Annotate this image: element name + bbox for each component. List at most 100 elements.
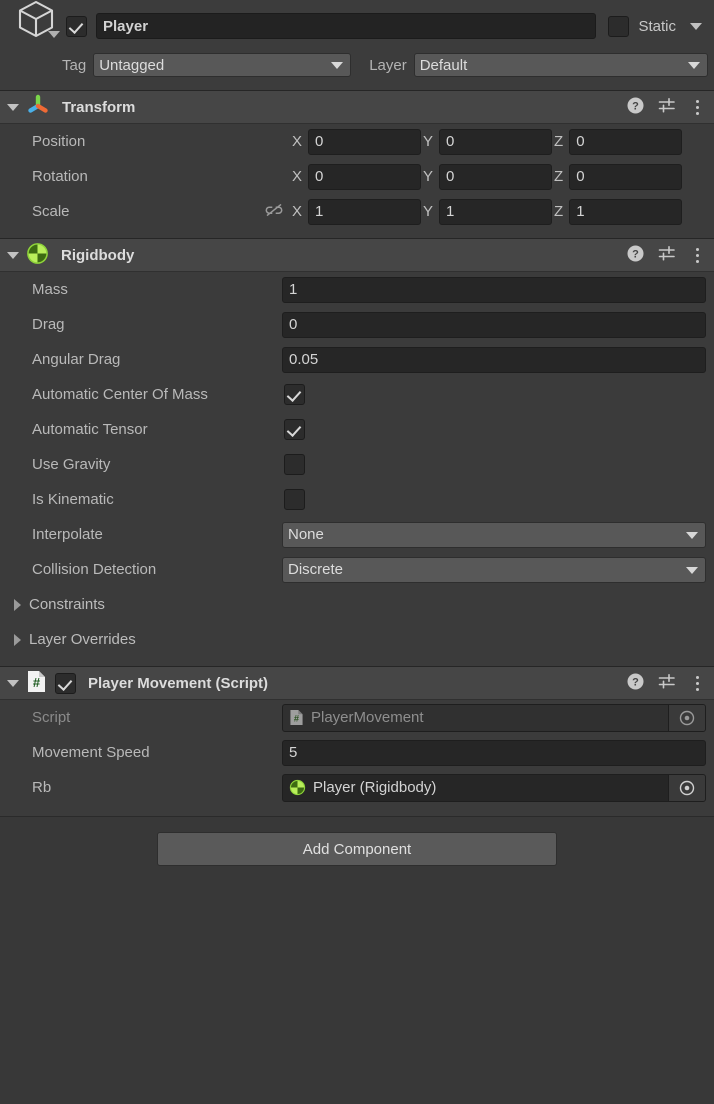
tag-value: Untagged — [99, 56, 165, 74]
chevron-down-icon — [686, 566, 698, 574]
player-movement-header[interactable]: # Player Movement (Script) ? — [0, 667, 714, 700]
axis-x-label: X — [292, 203, 303, 220]
rb-reference-row: Rb Player (Rigidbody) — [0, 770, 714, 805]
drag-input[interactable]: 0 — [282, 311, 706, 338]
gameobject-enabled-checkbox[interactable] — [66, 15, 87, 37]
rigidbody-interpolate-row: Interpolate None — [0, 517, 714, 552]
scale-z-input[interactable]: 1 — [569, 198, 683, 225]
position-y-value: 0 — [446, 133, 455, 150]
scale-y-value: 1 — [446, 203, 455, 220]
scale-y-input[interactable]: 1 — [439, 198, 553, 225]
rigidbody-title: Rigidbody — [61, 246, 135, 264]
player-movement-title: Player Movement (Script) — [88, 674, 269, 692]
position-x-value: 0 — [315, 133, 324, 150]
preset-icon[interactable] — [658, 245, 676, 266]
collision-detection-label: Collision Detection — [32, 561, 157, 578]
gameobject-icon-wrap[interactable] — [4, 0, 66, 57]
rigidbody-constraints-foldout[interactable]: Constraints — [0, 587, 714, 622]
axis-y-label: Y — [423, 168, 434, 185]
collision-detection-dropdown[interactable]: Discrete — [282, 556, 706, 583]
rigidbody-layer-overrides-foldout[interactable]: Layer Overrides — [0, 622, 714, 657]
chevron-down-icon — [686, 531, 698, 539]
transform-header[interactable]: Transform ? — [0, 91, 714, 124]
scale-label: Scale — [32, 203, 70, 220]
axis-x-label: X — [292, 168, 303, 185]
add-component-footer: Add Component — [0, 816, 714, 866]
layer-label: Layer — [369, 56, 407, 74]
scale-link-toggle[interactable] — [250, 202, 290, 222]
preset-icon[interactable] — [658, 97, 676, 118]
collision-detection-value: Discrete — [288, 561, 344, 578]
movement-speed-input[interactable]: 5 — [282, 739, 706, 766]
rb-object-field[interactable]: Player (Rigidbody) — [282, 773, 706, 802]
rigidbody-icon — [26, 242, 49, 269]
mass-input[interactable]: 1 — [282, 276, 706, 303]
rotation-z-input[interactable]: 0 — [569, 163, 683, 190]
static-checkbox[interactable] — [608, 15, 630, 37]
kebab-menu-icon[interactable] — [690, 99, 704, 115]
rigidbody-header[interactable]: Rigidbody ? — [0, 239, 714, 272]
gameobject-name-value: Player — [103, 17, 149, 35]
script-reference-row: Script # PlayerMovement — [0, 700, 714, 735]
rigidbody-foldout-toggle[interactable] — [0, 247, 26, 264]
interpolate-value: None — [288, 526, 324, 543]
position-x-input[interactable]: 0 — [308, 128, 422, 155]
unity-inspector-panel: Player Static Tag Untagged Layer Default — [0, 0, 714, 1104]
preset-icon[interactable] — [658, 673, 676, 694]
object-picker-icon[interactable] — [668, 704, 705, 731]
svg-text:?: ? — [632, 100, 639, 112]
transform-position-row: Position X 0 Y 0 Z 0 — [0, 124, 714, 159]
player-movement-foldout-toggle[interactable] — [0, 675, 26, 692]
help-icon[interactable]: ? — [627, 97, 644, 118]
script-object-field[interactable]: # PlayerMovement — [282, 703, 706, 732]
position-z-input[interactable]: 0 — [569, 128, 683, 155]
rotation-x-value: 0 — [315, 168, 324, 185]
svg-text:?: ? — [632, 676, 639, 688]
interpolate-dropdown[interactable]: None — [282, 521, 706, 548]
gameobject-header: Player Static Tag Untagged Layer Default — [0, 0, 714, 90]
transform-foldout-toggle[interactable] — [0, 99, 26, 116]
position-y-input[interactable]: 0 — [439, 128, 553, 155]
auto-center-of-mass-checkbox[interactable] — [284, 384, 305, 405]
gameobject-name-input[interactable]: Player — [96, 13, 597, 39]
component-transform: Transform ? Position X 0 Y 0 Z 0 Rotatio… — [0, 90, 714, 238]
auto-tensor-checkbox[interactable] — [284, 419, 305, 440]
kebab-menu-icon[interactable] — [690, 247, 704, 263]
scale-x-input[interactable]: 1 — [308, 198, 422, 225]
chevron-right-icon — [14, 633, 21, 646]
csharp-script-icon: # — [289, 709, 304, 726]
transform-scale-row: Scale X 1 Y 1 Z 1 — [0, 194, 714, 229]
help-icon[interactable]: ? — [627, 245, 644, 266]
rotation-y-input[interactable]: 0 — [439, 163, 553, 190]
rotation-x-input[interactable]: 0 — [308, 163, 422, 190]
gameobject-icon-dropdown-caret[interactable] — [48, 31, 60, 38]
rigidbody-angular-drag-row: Angular Drag 0.05 — [0, 342, 714, 377]
position-label: Position — [32, 133, 86, 150]
broken-link-icon — [264, 202, 284, 222]
drag-value: 0 — [289, 316, 298, 333]
movement-speed-label: Movement Speed — [32, 744, 150, 761]
tag-label: Tag — [62, 56, 87, 74]
static-label: Static — [638, 17, 676, 35]
player-movement-enabled-checkbox[interactable] — [55, 672, 76, 694]
script-label: Script — [32, 709, 71, 726]
rigidbody-header-icons: ? — [627, 245, 710, 266]
static-dropdown-caret-icon[interactable] — [690, 22, 702, 30]
movement-speed-row: Movement Speed 5 — [0, 735, 714, 770]
mass-label: Mass — [32, 281, 68, 298]
object-picker-icon[interactable] — [668, 774, 705, 801]
angular-drag-input[interactable]: 0.05 — [282, 346, 706, 373]
chevron-down-icon — [331, 62, 344, 69]
tag-dropdown[interactable]: Untagged — [93, 53, 352, 77]
interpolate-label: Interpolate — [32, 526, 103, 543]
is-kinematic-checkbox[interactable] — [284, 489, 305, 510]
use-gravity-checkbox[interactable] — [284, 454, 305, 475]
kebab-menu-icon[interactable] — [690, 675, 704, 691]
use-gravity-label: Use Gravity — [32, 456, 111, 473]
script-value: PlayerMovement — [311, 709, 424, 726]
transform-header-icons: ? — [627, 97, 710, 118]
axis-y-label: Y — [423, 203, 434, 220]
add-component-button[interactable]: Add Component — [157, 832, 557, 866]
layer-dropdown[interactable]: Default — [413, 53, 708, 77]
help-icon[interactable]: ? — [627, 673, 644, 694]
